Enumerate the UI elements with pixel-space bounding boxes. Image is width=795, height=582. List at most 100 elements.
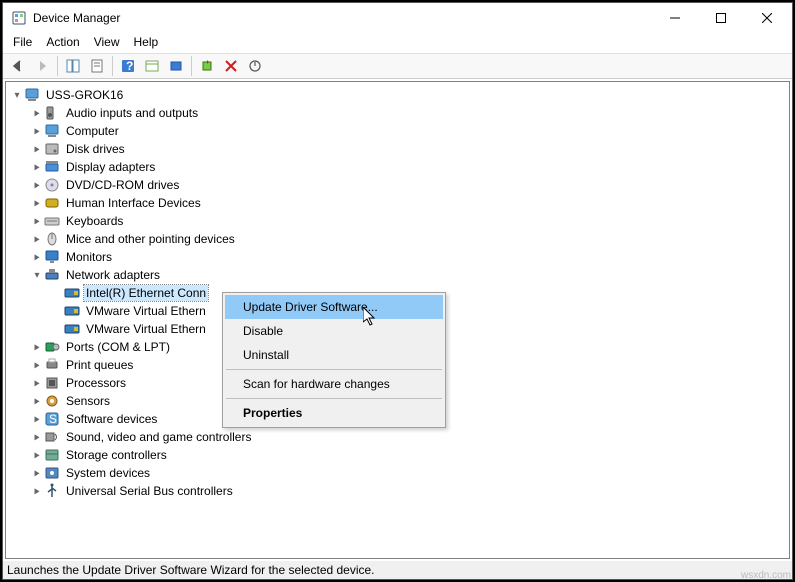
svg-text:?: ? — [126, 59, 133, 73]
action-button[interactable] — [141, 55, 163, 77]
menubar: File Action View Help — [3, 33, 792, 53]
tree-item-label: DVD/CD-ROM drives — [64, 177, 181, 193]
forward-button[interactable] — [31, 55, 53, 77]
tree-category[interactable]: Mice and other pointing devices — [6, 230, 789, 248]
cpu-icon — [44, 375, 60, 391]
expand-toggle[interactable] — [10, 90, 24, 101]
tree-item-label: Monitors — [64, 249, 114, 265]
mouse-cursor-icon — [363, 307, 379, 329]
context-menu-item[interactable]: Uninstall — [225, 343, 443, 367]
system-icon — [44, 465, 60, 481]
context-menu-item[interactable]: Properties — [225, 401, 443, 425]
mouse-icon — [44, 231, 60, 247]
menu-action[interactable]: Action — [40, 33, 85, 53]
hid-icon — [44, 195, 60, 211]
expand-toggle[interactable] — [30, 162, 44, 173]
context-menu-item[interactable]: Update Driver Software... — [225, 295, 443, 319]
tree-item-label: Mice and other pointing devices — [64, 231, 237, 247]
sensor-icon — [44, 393, 60, 409]
tree-category[interactable]: Universal Serial Bus controllers — [6, 482, 789, 500]
context-menu-item[interactable]: Scan for hardware changes — [225, 372, 443, 396]
tree-item-label: Sound, video and game controllers — [64, 429, 253, 445]
expand-toggle[interactable] — [30, 198, 44, 209]
expand-toggle[interactable] — [30, 414, 44, 425]
expand-toggle[interactable] — [30, 234, 44, 245]
menu-file[interactable]: File — [7, 33, 38, 53]
context-menu-separator — [226, 369, 442, 370]
tree-item-label: Universal Serial Bus controllers — [64, 483, 235, 499]
app-icon — [11, 10, 27, 26]
expand-toggle[interactable] — [30, 270, 44, 281]
usb-icon — [44, 483, 60, 499]
tree-item-label: Storage controllers — [64, 447, 169, 463]
context-menu-item[interactable]: Disable — [225, 319, 443, 343]
tree-item-label: Ports (COM & LPT) — [64, 339, 172, 355]
expand-toggle[interactable] — [30, 468, 44, 479]
tree-category[interactable]: Storage controllers — [6, 446, 789, 464]
show-hide-tree-button[interactable] — [62, 55, 84, 77]
tree-category[interactable]: Monitors — [6, 248, 789, 266]
update-driver-button[interactable] — [196, 55, 218, 77]
tree-category[interactable]: Human Interface Devices — [6, 194, 789, 212]
back-button[interactable] — [7, 55, 29, 77]
tree-item-label: Display adapters — [64, 159, 157, 175]
expand-toggle[interactable] — [30, 432, 44, 443]
tree-category[interactable]: Display adapters — [6, 158, 789, 176]
expand-toggle[interactable] — [30, 126, 44, 137]
expand-toggle[interactable] — [30, 144, 44, 155]
context-menu-separator — [226, 398, 442, 399]
tree-item-label: Processors — [64, 375, 128, 391]
expand-toggle[interactable] — [30, 396, 44, 407]
software-icon — [44, 411, 60, 427]
properties-button[interactable] — [86, 55, 108, 77]
minimize-button[interactable] — [652, 4, 698, 32]
tree-item-label: Human Interface Devices — [64, 195, 203, 211]
printer-icon — [44, 357, 60, 373]
scan-button[interactable] — [165, 55, 187, 77]
display-icon — [44, 159, 60, 175]
expand-toggle[interactable] — [30, 450, 44, 461]
computer-icon — [24, 87, 40, 103]
tree-category[interactable]: Disk drives — [6, 140, 789, 158]
tree-category[interactable]: Keyboards — [6, 212, 789, 230]
tree-item-label: Intel(R) Ethernet Conn — [84, 285, 208, 301]
tree-category[interactable]: DVD/CD-ROM drives — [6, 176, 789, 194]
computer-icon — [44, 123, 60, 139]
uninstall-button[interactable] — [220, 55, 242, 77]
tree-panel: USS-GROK16Audio inputs and outputsComput… — [5, 81, 790, 559]
network-icon — [44, 267, 60, 283]
tree-item-label: Disk drives — [64, 141, 127, 157]
disable-button[interactable] — [244, 55, 266, 77]
menu-view[interactable]: View — [88, 33, 126, 53]
expand-toggle[interactable] — [30, 486, 44, 497]
expand-toggle[interactable] — [30, 342, 44, 353]
expand-toggle[interactable] — [30, 108, 44, 119]
tree-item-label: VMware Virtual Ethern — [84, 303, 208, 319]
toolbar-sep — [57, 56, 58, 76]
tree-item-label: USS-GROK16 — [44, 87, 125, 103]
tree-item-label: VMware Virtual Ethern — [84, 321, 208, 337]
network-adapter-icon — [64, 321, 80, 337]
menu-help[interactable]: Help — [128, 33, 165, 53]
expand-toggle[interactable] — [30, 252, 44, 263]
help-button[interactable]: ? — [117, 55, 139, 77]
tree-category[interactable]: Computer — [6, 122, 789, 140]
dvd-icon — [44, 177, 60, 193]
tree-item-label: Software devices — [64, 411, 159, 427]
expand-toggle[interactable] — [30, 360, 44, 371]
tree-item-label: Network adapters — [64, 267, 162, 283]
tree-root[interactable]: USS-GROK16 — [6, 86, 789, 104]
tree-category[interactable]: Sound, video and game controllers — [6, 428, 789, 446]
close-button[interactable] — [744, 4, 790, 32]
tree-category[interactable]: Audio inputs and outputs — [6, 104, 789, 122]
tree-item-label: Sensors — [64, 393, 112, 409]
expand-toggle[interactable] — [30, 216, 44, 227]
maximize-button[interactable] — [698, 4, 744, 32]
expand-toggle[interactable] — [30, 180, 44, 191]
tree-category[interactable]: Network adapters — [6, 266, 789, 284]
network-adapter-icon — [64, 303, 80, 319]
tree-category[interactable]: System devices — [6, 464, 789, 482]
expand-toggle[interactable] — [30, 378, 44, 389]
device-manager-window: Device Manager File Action View Help ? U… — [2, 2, 793, 580]
sound-icon — [44, 429, 60, 445]
